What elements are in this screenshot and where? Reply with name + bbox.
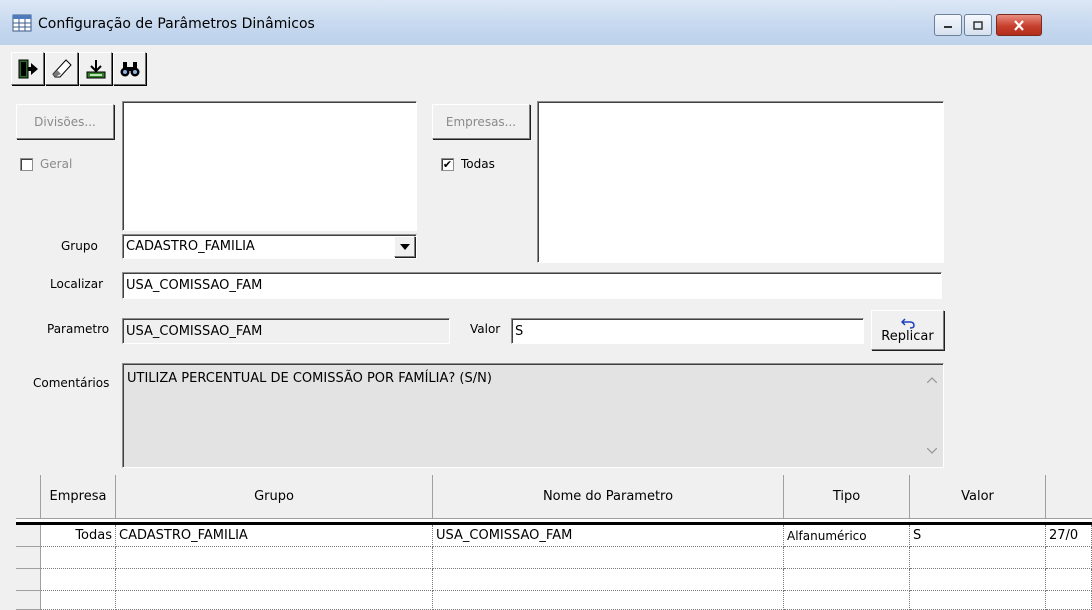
empty-cell[interactable]: [41, 547, 116, 569]
geral-checkbox[interactable]: [20, 158, 33, 171]
col-header-grupo[interactable]: Grupo: [116, 475, 433, 519]
cell-nome-parametro[interactable]: USA_COMISSAO_FAM: [433, 525, 784, 547]
exit-icon: [18, 59, 38, 78]
localizar-label: Localizar: [50, 277, 104, 291]
scroll-down-icon: [927, 448, 937, 454]
grid-corner: [16, 475, 41, 519]
valor-label: Valor: [470, 322, 501, 336]
row-selector[interactable]: [16, 569, 41, 591]
localizar-input[interactable]: USA_COMISSAO_FAM: [122, 272, 942, 299]
empty-cell[interactable]: [116, 547, 433, 569]
eraser-icon: [51, 58, 72, 77]
grupo-dropdown-button[interactable]: [394, 236, 415, 257]
minimize-icon: [944, 26, 952, 28]
row-selector[interactable]: [16, 591, 41, 610]
todas-checkbox[interactable]: ✔: [441, 158, 454, 171]
todas-label: Todas: [461, 157, 495, 171]
undo-icon: [900, 317, 915, 329]
save-download-icon: [86, 59, 105, 78]
comentarios-value: UTILIZA PERCENTUAL DE COMISSÃO POR FAMÍL…: [127, 371, 492, 386]
empty-cell[interactable]: [784, 569, 910, 591]
col-header-tipo[interactable]: Tipo: [784, 475, 910, 519]
col-header-data[interactable]: [1046, 475, 1092, 519]
replicar-button[interactable]: Replicar: [871, 310, 944, 350]
col-header-nome-parametro[interactable]: Nome do Parametro: [433, 475, 784, 519]
row-selector[interactable]: [16, 547, 41, 569]
empty-cell[interactable]: [910, 591, 1046, 610]
cell-valor[interactable]: S: [910, 525, 1046, 547]
empty-cell[interactable]: [433, 591, 784, 610]
empty-cell[interactable]: [116, 569, 433, 591]
parametro-label: Parametro: [47, 322, 110, 336]
grupo-select[interactable]: CADASTRO_FAMILIA: [122, 234, 417, 259]
grupo-label: Grupo: [61, 239, 98, 253]
search-button[interactable]: [113, 52, 146, 85]
divisoes-button[interactable]: Divisões...: [16, 104, 114, 139]
close-button[interactable]: [996, 14, 1042, 36]
valor-value: S: [515, 323, 524, 339]
save-button[interactable]: [79, 52, 112, 85]
cell-data[interactable]: 27/0: [1046, 525, 1092, 547]
empty-cell[interactable]: [41, 591, 116, 610]
empty-cell[interactable]: [1046, 591, 1092, 610]
geral-label: Geral: [40, 157, 73, 171]
cell-empresa[interactable]: Todas: [41, 525, 116, 547]
scroll-up-icon: [927, 377, 937, 383]
empty-cell[interactable]: [41, 569, 116, 591]
parameters-grid[interactable]: Empresa Grupo Nome do Parametro Tipo Val…: [16, 475, 1092, 610]
parametro-field: USA_COMISSAO_FAM: [122, 318, 450, 344]
valor-input[interactable]: S: [511, 318, 864, 344]
binoculars-icon: [120, 61, 139, 76]
chevron-down-icon: [399, 243, 410, 250]
empresas-list[interactable]: [537, 101, 944, 263]
empty-cell[interactable]: [784, 547, 910, 569]
divisoes-list[interactable]: [122, 101, 417, 231]
col-header-valor[interactable]: Valor: [910, 475, 1046, 519]
empty-cell[interactable]: [1046, 569, 1092, 591]
comentarios-textarea[interactable]: UTILIZA PERCENTUAL DE COMISSÃO POR FAMÍL…: [122, 363, 944, 468]
minimize-button[interactable]: [934, 14, 962, 36]
table-window-icon: [12, 14, 32, 32]
grupo-value: CADASTRO_FAMILIA: [126, 239, 255, 254]
maximize-icon: [973, 20, 983, 30]
parametro-value: USA_COMISSAO_FAM: [126, 323, 263, 339]
clear-button[interactable]: [45, 52, 78, 85]
empty-cell[interactable]: [910, 547, 1046, 569]
localizar-value: USA_COMISSAO_FAM: [126, 278, 263, 293]
window-title: Configuração de Parâmetros Dinâmicos: [38, 16, 315, 32]
replicar-label: Replicar: [881, 328, 934, 344]
empty-cell[interactable]: [433, 547, 784, 569]
row-selector[interactable]: [16, 525, 41, 547]
empty-cell[interactable]: [116, 591, 433, 610]
comentarios-scrollbar[interactable]: [922, 365, 942, 465]
cell-grupo[interactable]: CADASTRO_FAMILIA: [116, 525, 433, 547]
empty-cell[interactable]: [784, 591, 910, 610]
col-header-empresa[interactable]: Empresa: [41, 475, 116, 519]
empty-cell[interactable]: [910, 569, 1046, 591]
comentarios-label: Comentários: [33, 376, 110, 390]
empty-cell[interactable]: [1046, 547, 1092, 569]
cell-tipo[interactable]: Alfanumérico: [784, 525, 910, 547]
maximize-button[interactable]: [964, 14, 992, 36]
exit-button[interactable]: [11, 52, 44, 85]
empresas-button[interactable]: Empresas...: [432, 104, 530, 139]
checkmark-icon: ✔: [442, 158, 453, 171]
empty-cell[interactable]: [433, 569, 784, 591]
close-icon: [1014, 19, 1024, 31]
